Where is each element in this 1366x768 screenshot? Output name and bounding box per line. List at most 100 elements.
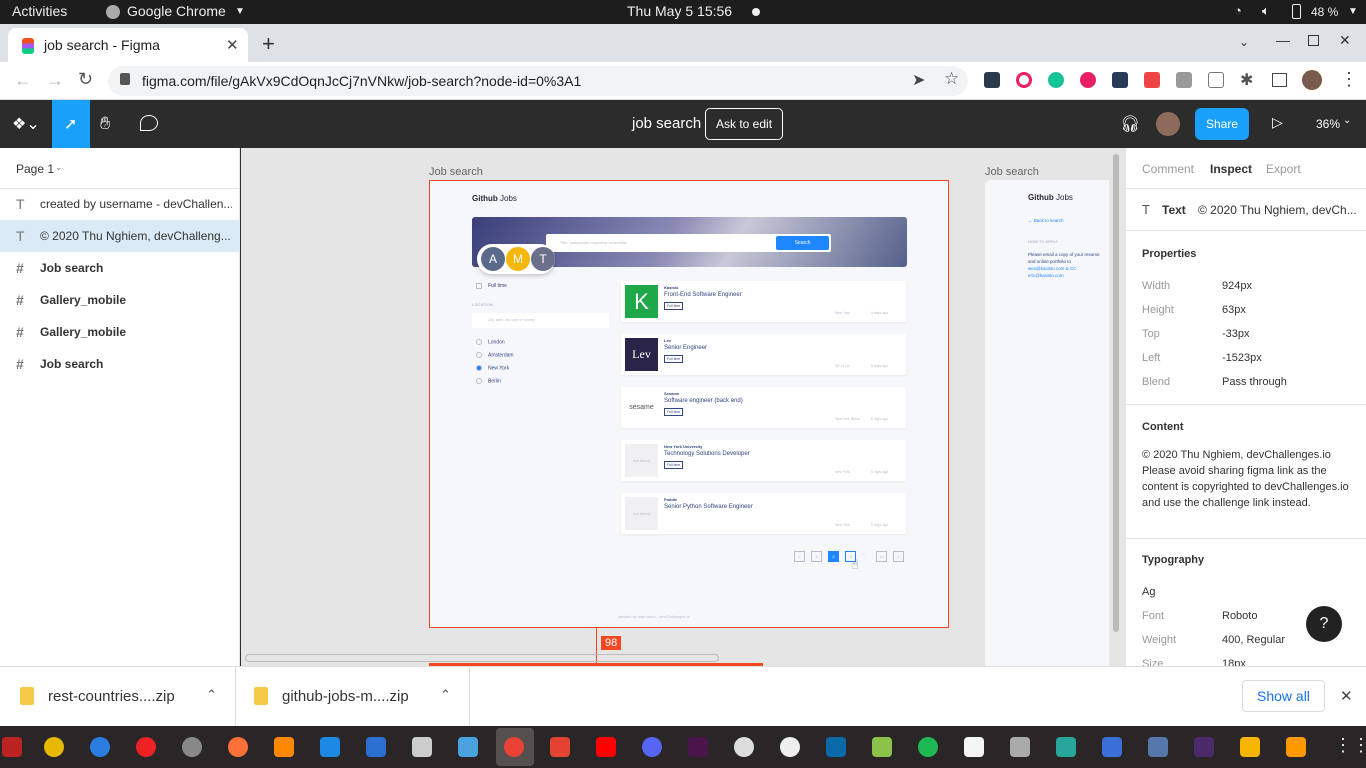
user-avatar[interactable]: [1156, 112, 1180, 136]
app-launcher-icon[interactable]: [2, 737, 22, 757]
comment-tool-icon[interactable]: [140, 115, 158, 131]
job-search-frame[interactable]: Github Jobs Title, companies, expertise …: [429, 180, 949, 628]
react-devtools-icon[interactable]: [984, 72, 1000, 88]
browser-tab[interactable]: job search - Figma ✕: [8, 28, 248, 62]
slack-icon[interactable]: [688, 737, 708, 757]
close-downloads-icon[interactable]: ✕: [1340, 687, 1353, 705]
move-tool-button[interactable]: ➚: [52, 100, 90, 148]
vertical-scrollbar[interactable]: [1113, 154, 1119, 632]
chevron-up-icon[interactable]: ⌃: [206, 687, 217, 703]
mobile-frame[interactable]: Github Jobs ← Back to search HOW TO APPL…: [985, 180, 1109, 666]
layer-row[interactable]: # Gallery_mobile: [0, 284, 240, 316]
avatar[interactable]: T: [531, 247, 555, 271]
color-picker-icon[interactable]: [1016, 72, 1032, 88]
volume-icon[interactable]: 🔈︎: [1262, 3, 1270, 19]
extension-grey-icon[interactable]: [1176, 72, 1192, 88]
figma-canvas[interactable]: Job search Job search Github Jobs Title,…: [241, 148, 1125, 666]
layer-row[interactable]: # Job search: [0, 252, 240, 284]
system-monitor-icon[interactable]: [964, 737, 984, 757]
sidebar-icon[interactable]: [1272, 73, 1287, 87]
image-viewer-icon[interactable]: [458, 737, 478, 757]
show-apps-grid-icon[interactable]: ⋮⋮⋮: [1334, 735, 1366, 756]
frame-label[interactable]: Job search: [429, 166, 483, 178]
horizontal-scrollbar[interactable]: [245, 654, 719, 662]
obs-icon[interactable]: [780, 737, 800, 757]
present-icon[interactable]: ▷: [1272, 114, 1283, 131]
text-editor-icon[interactable]: [1102, 737, 1122, 757]
hand-tool-icon[interactable]: ✋︎: [100, 113, 110, 134]
extensions-puzzle-icon[interactable]: ✱: [1240, 70, 1253, 90]
avatar[interactable]: A: [481, 247, 505, 271]
tab-comment[interactable]: Comment: [1142, 162, 1194, 176]
new-tab-button[interactable]: +: [262, 31, 275, 57]
spotify-icon[interactable]: [918, 737, 938, 757]
layer-row[interactable]: # Job search: [0, 348, 240, 380]
forward-icon[interactable]: →: [46, 70, 64, 91]
chrome-taskbar-icon[interactable]: [504, 737, 524, 757]
clock[interactable]: Thu May 5 15:56: [627, 3, 732, 19]
settings-icon[interactable]: [182, 737, 202, 757]
zoom-level[interactable]: 36%: [1316, 117, 1340, 131]
page-selector[interactable]: Page 1: [16, 162, 54, 176]
app-menu[interactable]: Google Chrome: [127, 3, 226, 19]
app-icon[interactable]: [1286, 737, 1306, 757]
archive-icon[interactable]: [1240, 737, 1260, 757]
profile-avatar[interactable]: [1302, 70, 1322, 90]
share-button[interactable]: Share: [1195, 108, 1249, 140]
tab-inspect[interactable]: Inspect: [1210, 162, 1252, 176]
megaphone-icon[interactable]: [1144, 72, 1160, 88]
frame-label[interactable]: Job search: [985, 166, 1039, 178]
extension-re-icon[interactable]: [1208, 72, 1224, 88]
close-tab-icon[interactable]: ✕: [226, 36, 239, 54]
app-icon[interactable]: [734, 737, 754, 757]
app-icon[interactable]: [1148, 737, 1168, 757]
back-icon[interactable]: ←: [14, 70, 32, 91]
youtube-icon[interactable]: [596, 737, 616, 757]
app-icon[interactable]: [1194, 737, 1214, 757]
download-manager-icon[interactable]: [872, 737, 892, 757]
send-icon[interactable]: ➤: [912, 70, 925, 90]
avatar[interactable]: M: [506, 247, 530, 271]
url-field[interactable]: figma.com/file/gAkVx9CdOqnJcCj7nVNkw/job…: [108, 66, 968, 96]
calendar-icon[interactable]: [1056, 737, 1076, 757]
system-menu-chevron-icon[interactable]: ▼: [1348, 6, 1358, 17]
layer-row[interactable]: # Gallery_mobile: [0, 316, 240, 348]
figma-menu-icon[interactable]: ❖⌄: [12, 114, 40, 134]
app-icon[interactable]: [826, 737, 846, 757]
extension-dark-icon[interactable]: [1112, 72, 1128, 88]
firefox-icon[interactable]: [228, 737, 248, 757]
help-button[interactable]: ?: [1306, 606, 1342, 642]
download-item[interactable]: github-jobs-m....zip ⌃: [236, 667, 470, 727]
show-all-button[interactable]: Show all: [1242, 680, 1325, 712]
extension-red-icon[interactable]: [1080, 72, 1096, 88]
tab-export[interactable]: Export: [1266, 162, 1301, 176]
maximize-button[interactable]: [1308, 35, 1319, 46]
headphones-icon[interactable]: 🎧︎: [1120, 114, 1140, 134]
page-chevron-icon[interactable]: ⌄: [55, 162, 63, 173]
activities-button[interactable]: Activities: [12, 3, 67, 19]
close-window-button[interactable]: ✕: [1339, 32, 1351, 49]
discord-icon[interactable]: [642, 737, 662, 757]
chrome-menu-icon[interactable]: ⋮: [1340, 69, 1358, 90]
content-text[interactable]: © 2020 Thu Nghiem, devChallenges.io Plea…: [1142, 447, 1354, 511]
writer-icon[interactable]: [366, 737, 386, 757]
minimize-button[interactable]: —: [1276, 32, 1290, 48]
zoom-chevron-icon[interactable]: ⌄: [1343, 115, 1351, 126]
grammarly-icon[interactable]: [1048, 72, 1064, 88]
vscode-icon[interactable]: [320, 737, 340, 757]
ask-to-edit-button[interactable]: Ask to edit: [705, 108, 784, 140]
download-item[interactable]: rest-countries....zip ⌃: [0, 667, 236, 727]
files-icon[interactable]: [412, 737, 432, 757]
bookmark-star-icon[interactable]: ☆: [944, 69, 959, 89]
app-icon[interactable]: [44, 737, 64, 757]
chevron-up-icon[interactable]: ⌃: [440, 687, 451, 703]
layer-row[interactable]: T created by username - devChallen...: [0, 188, 240, 220]
reload-icon[interactable]: ↻: [78, 69, 93, 90]
app-icon[interactable]: [1010, 737, 1030, 757]
vlc-icon[interactable]: [274, 737, 294, 757]
help-app-icon[interactable]: [90, 737, 110, 757]
todoist-icon[interactable]: [550, 737, 570, 757]
opera-icon[interactable]: [136, 737, 156, 757]
wifi-icon[interactable]: ◔: [1234, 3, 1242, 18]
tab-search-icon[interactable]: ⌄: [1239, 35, 1249, 49]
